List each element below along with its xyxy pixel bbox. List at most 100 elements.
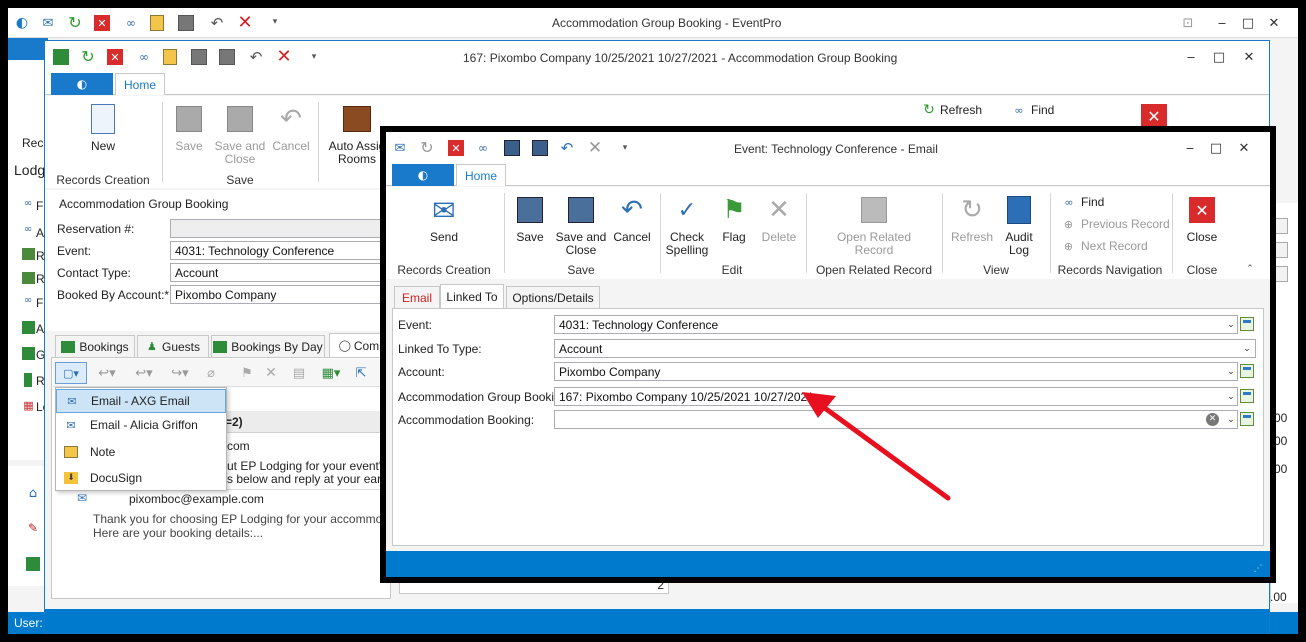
menu-email-axg[interactable]: ✉ Email - AXG Email xyxy=(56,389,226,413)
email-close-ribbon-button[interactable]: ✕ Close xyxy=(1182,193,1222,244)
email-close-button[interactable]: ✕ xyxy=(1234,138,1254,158)
tab-bookings-by-day[interactable]: Bookings By Day xyxy=(211,335,325,357)
resize-grip-icon[interactable]: ⋰ xyxy=(1252,563,1264,575)
acc-booking-dropdown-icon[interactable]: ⌄ xyxy=(1224,411,1238,428)
booking-delete-icon[interactable]: ✕ xyxy=(275,47,293,67)
booking-refresh-button[interactable]: Refresh xyxy=(940,103,982,117)
right-dd-3[interactable] xyxy=(1274,266,1288,282)
email-maximize-button[interactable]: □ xyxy=(1206,138,1226,158)
tab-bookings[interactable]: Bookings xyxy=(55,335,135,357)
event-field[interactable]: 4031: Technology Conference xyxy=(170,241,390,260)
booking-close-button[interactable]: ✕ xyxy=(1239,47,1259,67)
email-qat-dropdown-icon[interactable]: ▾ xyxy=(618,141,632,155)
menu-note[interactable]: Note xyxy=(56,440,226,464)
forward-icon[interactable]: ↪▾ xyxy=(167,364,193,382)
booking-find-button[interactable]: Find xyxy=(1031,103,1054,117)
audit-log-button[interactable]: Audit Log xyxy=(998,193,1040,257)
export-tool-icon[interactable]: ⇱ xyxy=(353,364,369,382)
clear-field-icon[interactable]: ✕ xyxy=(1206,413,1219,426)
email-save-close-qat-icon[interactable] xyxy=(532,140,548,156)
email-save-and-close-button[interactable]: Save and Close xyxy=(554,193,608,257)
flag-button[interactable]: ⚑ Flag xyxy=(716,193,752,244)
new-comm-dropdown-icon[interactable]: ▢▾ xyxy=(55,362,87,384)
minimize-button[interactable]: ‒ xyxy=(1212,13,1232,33)
email-delete-qat-icon[interactable]: ✕ xyxy=(586,138,604,158)
reply-icon[interactable]: ↩▾ xyxy=(95,364,119,382)
home-nav-icon[interactable]: ⌂ xyxy=(26,486,40,500)
booked-by-field[interactable]: Pixombo Company xyxy=(170,285,390,304)
booking-notes-icon[interactable] xyxy=(163,49,177,65)
email-delete-button[interactable]: ✕ Delete xyxy=(756,193,802,244)
linked-event-field[interactable]: 4031: Technology Conference xyxy=(554,315,1238,334)
email-refresh-qat-icon[interactable]: ↻ xyxy=(418,139,436,157)
maximize-button[interactable]: □ xyxy=(1238,13,1258,33)
email-tab-home[interactable]: Home xyxy=(456,164,506,186)
refresh-icon[interactable]: ↻ xyxy=(66,14,84,32)
event-open-record-icon[interactable] xyxy=(1240,317,1254,331)
undo-icon[interactable]: ↶ xyxy=(208,14,226,32)
booking-app-button[interactable]: ◐ xyxy=(51,73,113,95)
delete-tool-icon[interactable]: ✕ xyxy=(263,364,279,382)
acc-booking-open-record-icon[interactable] xyxy=(1240,412,1254,426)
reservation-field[interactable] xyxy=(170,219,390,238)
find-icon[interactable]: ∞ xyxy=(122,15,140,31)
next-record-button[interactable]: Next Record xyxy=(1081,239,1148,253)
account-open-record-icon[interactable] xyxy=(1240,364,1254,378)
menu-docusign[interactable]: ⬇ DocuSign xyxy=(56,466,226,490)
email-save-button[interactable]: Save xyxy=(510,193,550,244)
acc-group-field[interactable]: 167: Pixombo Company 10/25/2021 10/27/20… xyxy=(554,387,1238,406)
booking-save-close-icon[interactable] xyxy=(219,49,235,65)
account-field[interactable]: Pixombo Company xyxy=(554,362,1238,381)
acc-group-open-record-icon[interactable] xyxy=(1240,389,1254,403)
send-button[interactable]: ✉ Send xyxy=(422,193,466,244)
booking-save-and-close-button[interactable]: Save and Close xyxy=(213,102,267,166)
email-icon[interactable]: ✉ xyxy=(40,15,56,31)
email-app-button[interactable]: ◐ xyxy=(392,164,454,186)
acc-group-dropdown-icon[interactable]: ⌄ xyxy=(1224,388,1238,405)
previous-record-button[interactable]: Previous Record xyxy=(1081,217,1170,231)
new-button[interactable]: New xyxy=(81,102,125,153)
grid-tool-icon[interactable]: ▦▾ xyxy=(319,364,343,382)
acc-booking-field[interactable] xyxy=(554,410,1238,429)
pin-nav-icon[interactable]: ✎ xyxy=(26,521,40,535)
collapse-ribbon-icon[interactable]: ⌃ xyxy=(1244,263,1256,275)
email-refresh-button[interactable]: ↻ Refresh xyxy=(950,193,994,244)
right-dd-2[interactable] xyxy=(1274,242,1288,258)
linked-type-field[interactable]: Account xyxy=(554,339,1256,358)
notes-icon[interactable] xyxy=(150,15,164,31)
menu-email-alicia[interactable]: ✉ Email - Alicia Griffon xyxy=(56,413,226,437)
booking-undo-icon[interactable]: ↶ xyxy=(247,48,265,66)
event-dropdown-icon[interactable]: ⌄ xyxy=(1224,316,1238,333)
qat-dropdown-icon[interactable]: ▾ xyxy=(268,15,282,29)
booking-refresh-icon[interactable]: ↻ xyxy=(79,48,97,66)
tab-options-details[interactable]: Options/Details xyxy=(506,286,600,308)
booking-cancel-button[interactable]: ↶ Cancel xyxy=(271,102,311,153)
email-find-button[interactable]: Find xyxy=(1081,195,1104,209)
booking-minimize-button[interactable]: ‒ xyxy=(1181,47,1201,67)
tab-email[interactable]: Email xyxy=(394,286,440,308)
email-find-qat-icon[interactable]: ∞ xyxy=(474,140,492,156)
tab-guests[interactable]: ♟ Guests xyxy=(137,335,209,357)
email-save-qat-icon[interactable] xyxy=(504,140,520,156)
open-related-record-button[interactable]: Open Related Record xyxy=(824,193,924,257)
booking-save-button[interactable]: Save xyxy=(169,102,209,153)
linked-type-dropdown-icon[interactable]: ⌄ xyxy=(1240,340,1254,357)
attach-icon[interactable]: ⌀ xyxy=(203,364,219,382)
email-undo-qat-icon[interactable]: ↶ xyxy=(558,139,576,157)
print-tool-icon[interactable]: ▤ xyxy=(291,364,307,382)
email-cancel-button[interactable]: ↶ Cancel xyxy=(612,193,652,244)
save-icon[interactable] xyxy=(178,15,194,31)
check-spelling-button[interactable]: ✓ Check Spelling xyxy=(662,193,712,257)
booking-close-record-icon[interactable]: ✕ xyxy=(107,49,123,65)
email-close-record-qat-icon[interactable]: ✕ xyxy=(448,140,464,156)
booking-find-icon[interactable]: ∞ xyxy=(135,49,153,65)
close-record-icon[interactable]: ✕ xyxy=(94,15,110,31)
booking-qat-dropdown-icon[interactable]: ▾ xyxy=(307,50,321,64)
comm-row[interactable]: ✉ pixomboc@example.com Thank you for cho… xyxy=(71,489,415,541)
restore-layout-icon[interactable]: ⊡ xyxy=(1178,13,1198,33)
right-dd-1[interactable] xyxy=(1274,218,1288,234)
close-button[interactable]: ✕ xyxy=(1264,13,1284,33)
list-nav-icon[interactable] xyxy=(26,557,40,571)
email-minimize-button[interactable]: ‒ xyxy=(1180,138,1200,158)
flag-tool-icon[interactable]: ⚑ xyxy=(239,364,255,382)
